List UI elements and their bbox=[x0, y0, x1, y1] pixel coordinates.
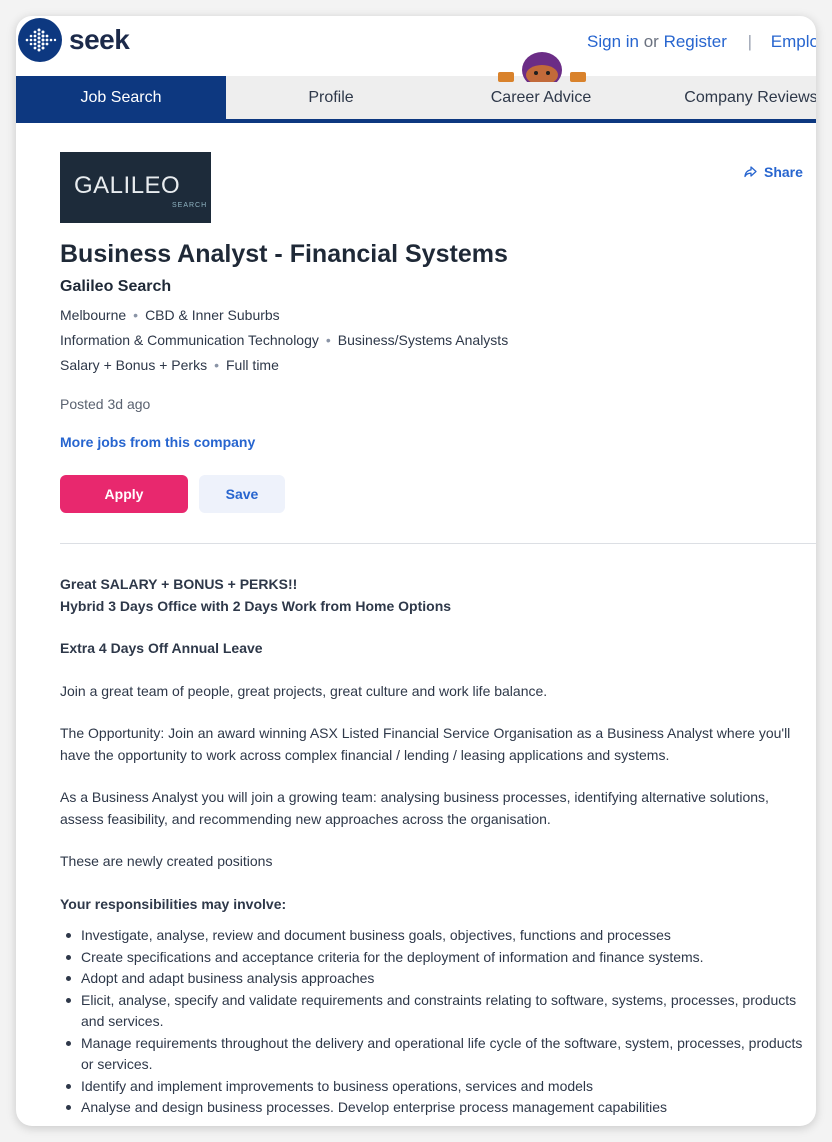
header: seek Sign in or Register | Employer bbox=[16, 16, 816, 76]
list-item: Identify and implement improvements to b… bbox=[60, 1076, 816, 1098]
job-classification: Information & Communication Technology • B… bbox=[60, 332, 508, 348]
more-jobs-link[interactable]: More jobs from this company bbox=[60, 434, 255, 450]
job-location: Melbourne • CBD & Inner Suburbs bbox=[60, 307, 280, 323]
mascot-icon bbox=[498, 52, 586, 82]
apply-button[interactable]: Apply bbox=[60, 475, 188, 513]
responsibilities-list: Investigate, analyse, review and documen… bbox=[60, 925, 816, 1119]
seek-logo-text: seek bbox=[69, 24, 130, 55]
seek-logo-icon bbox=[18, 18, 62, 62]
desc-paragraph-1: Join a great team of people, great proje… bbox=[60, 682, 548, 699]
desc-headline-2: Hybrid 3 Days Office with 2 Days Work fr… bbox=[60, 597, 452, 614]
auth-separator: | bbox=[747, 32, 753, 51]
classification-text[interactable]: Information & Communication Technology bbox=[60, 332, 319, 348]
list-item: Adopt and adapt business analysis approa… bbox=[60, 968, 816, 990]
list-item: Analyse and design business processes. D… bbox=[60, 1097, 816, 1119]
job-salary-worktype: Salary + Bonus + Perks • Full time bbox=[60, 357, 279, 373]
save-button[interactable]: Save bbox=[199, 475, 285, 513]
desc-paragraph-2: The Opportunity: Join an award winning A… bbox=[60, 725, 791, 763]
main-nav: Job Search Profile Career Advice Company… bbox=[16, 76, 816, 122]
page-frame: seek Sign in or Register | Employer Job … bbox=[16, 16, 816, 1126]
nav-underline bbox=[16, 119, 816, 123]
company-logo[interactable]: GALILEO SEARCH bbox=[60, 152, 211, 223]
list-item: Elicit, analyse, specify and validate re… bbox=[60, 990, 816, 1033]
responsibilities-heading: Your responsibilities may involve: bbox=[60, 895, 287, 912]
register-link[interactable]: Register bbox=[664, 32, 727, 51]
area-text[interactable]: CBD & Inner Suburbs bbox=[145, 307, 280, 323]
share-label: Share bbox=[764, 164, 803, 180]
job-title: Business Analyst - Financial Systems bbox=[60, 240, 508, 268]
job-description: Great SALARY + BONUS + PERKS!! Hybrid 3 … bbox=[60, 574, 816, 1119]
meta-dot: • bbox=[325, 332, 331, 348]
seek-logo[interactable]: seek bbox=[18, 18, 130, 62]
desc-headline-1: Great SALARY + BONUS + PERKS!! bbox=[60, 576, 298, 592]
desc-paragraph-3: As a Business Analyst you will join a gr… bbox=[60, 789, 769, 827]
subclassification-text[interactable]: Business/Systems Analysts bbox=[338, 332, 508, 348]
posted-date: Posted 3d ago bbox=[60, 396, 151, 412]
or-text: or bbox=[643, 32, 659, 51]
tab-job-search[interactable]: Job Search bbox=[16, 76, 226, 119]
work-type-text: Full time bbox=[225, 357, 279, 373]
desc-headline-3: Extra 4 Days Off Annual Leave bbox=[60, 640, 263, 656]
list-item: Manage requirements throughout the deliv… bbox=[60, 1033, 816, 1076]
salary-text: Salary + Bonus + Perks bbox=[60, 357, 208, 373]
section-divider bbox=[60, 543, 816, 544]
company-logo-subword: SEARCH bbox=[172, 202, 208, 209]
tab-career-advice[interactable]: Career Advice bbox=[436, 76, 646, 119]
tab-company-reviews[interactable]: Company Reviews bbox=[646, 76, 816, 119]
list-item: Create specifications and acceptance cri… bbox=[60, 947, 816, 969]
meta-dot: • bbox=[214, 357, 219, 373]
share-button[interactable]: Share bbox=[744, 164, 803, 180]
company-logo-wordmark: GALILEO bbox=[74, 172, 181, 199]
meta-dot: • bbox=[133, 307, 139, 323]
company-name[interactable]: Galileo Search bbox=[60, 278, 171, 296]
share-icon bbox=[744, 166, 757, 178]
sign-in-link[interactable]: Sign in bbox=[587, 32, 639, 51]
list-item: Investigate, analyse, review and documen… bbox=[60, 925, 816, 947]
tab-profile[interactable]: Profile bbox=[226, 76, 436, 119]
desc-paragraph-4: These are newly created positions bbox=[60, 853, 273, 869]
location-text[interactable]: Melbourne bbox=[60, 307, 126, 323]
employer-link[interactable]: Employer bbox=[771, 32, 816, 51]
auth-links: Sign in or Register | Employer bbox=[587, 32, 816, 52]
